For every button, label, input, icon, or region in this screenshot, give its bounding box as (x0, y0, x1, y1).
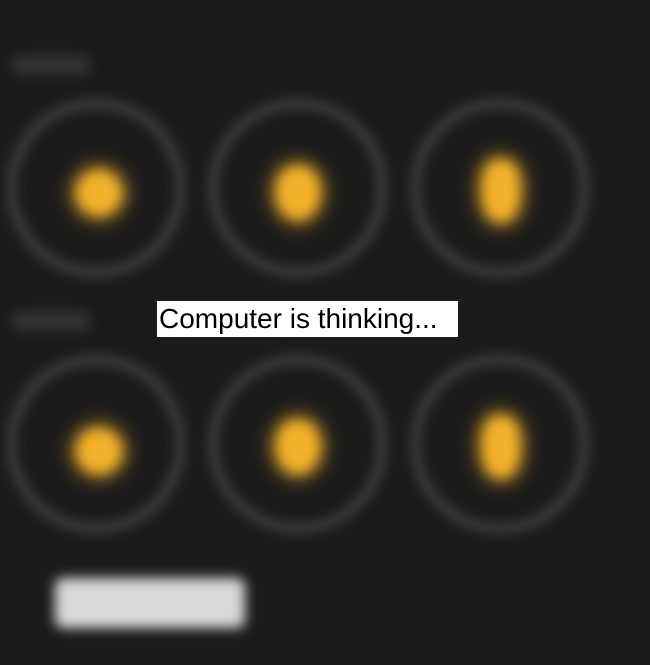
round-piece-icon (76, 428, 122, 474)
status-banner: Computer is thinking... (157, 301, 458, 337)
tall-piece-icon (482, 416, 520, 478)
pawn-piece-icon (276, 420, 320, 474)
row-2-label (12, 312, 90, 330)
tall-piece-icon (482, 160, 520, 222)
pawn-piece-icon (276, 166, 320, 220)
row-1-label (12, 56, 90, 74)
round-piece-icon (76, 170, 122, 216)
action-button[interactable] (55, 578, 245, 628)
